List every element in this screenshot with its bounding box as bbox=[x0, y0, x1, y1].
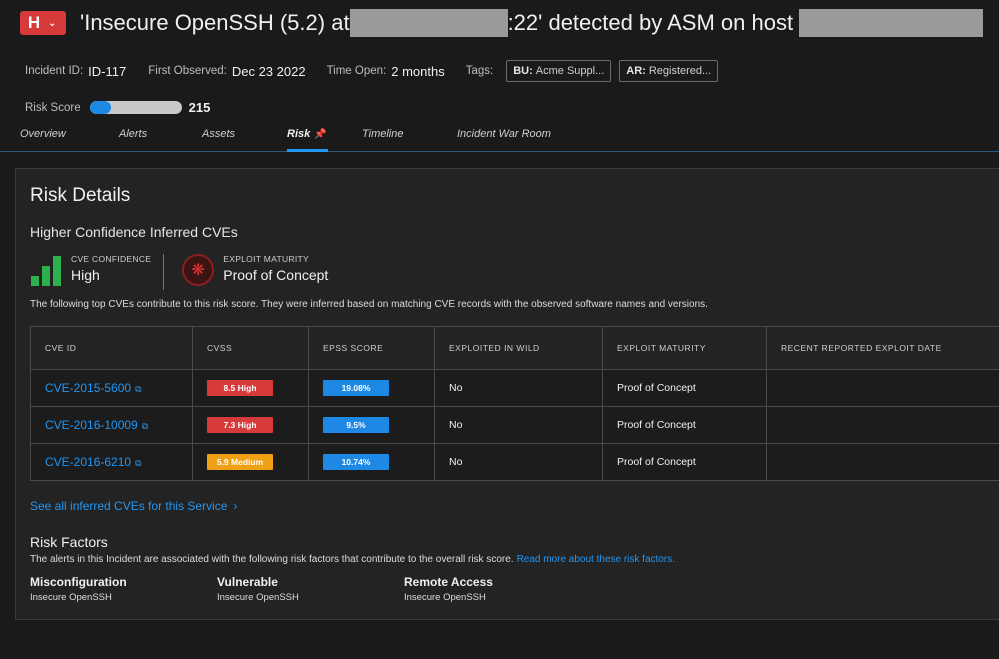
see-all-cves-link[interactable]: See all inferred CVEs for this Service › bbox=[30, 499, 237, 513]
col-cvss: CVSS bbox=[192, 326, 309, 370]
exploit-maturity: EXPLOIT MATURITY Proof of Concept bbox=[223, 254, 328, 283]
col-recent-exploit-date: RECENT REPORTED EXPLOIT DATE bbox=[766, 326, 999, 370]
read-more-link[interactable]: Read more about these risk factors. bbox=[517, 554, 675, 565]
first-observed-label: First Observed: bbox=[148, 65, 227, 77]
inferred-cves-heading: Higher Confidence Inferred CVEs bbox=[30, 224, 238, 240]
epss-badge: 19.08% bbox=[323, 380, 389, 396]
col-epss-score: EPSS SCORE bbox=[308, 326, 435, 370]
exploit-date-cell bbox=[766, 443, 999, 481]
cve-description: The following top CVEs contribute to thi… bbox=[30, 299, 708, 310]
exploited-in-wild-cell: No bbox=[434, 406, 603, 444]
external-link-icon: ⧉ bbox=[135, 458, 142, 468]
tab-alerts[interactable]: Alerts bbox=[119, 128, 147, 140]
risk-details-panel: Risk Details Higher Confidence Inferred … bbox=[15, 168, 999, 620]
external-link-icon: ⧉ bbox=[135, 384, 142, 394]
epss-badge: 9.5% bbox=[323, 417, 389, 433]
time-open-value: 2 months bbox=[391, 63, 445, 79]
tab-overview[interactable]: Overview bbox=[20, 128, 66, 140]
table-header-row: CVE ID CVSS EPSS SCORE EXPLOITED IN WILD… bbox=[30, 326, 999, 370]
tab-assets[interactable]: Assets bbox=[202, 128, 235, 140]
cve-link[interactable]: CVE-2016-6210 ⧉ bbox=[45, 455, 142, 469]
exploited-in-wild-cell: No bbox=[434, 369, 603, 407]
risk-factor-item: Vulnerable Insecure OpenSSH bbox=[217, 575, 299, 603]
risk-score-label: Risk Score bbox=[25, 101, 81, 114]
col-cve-id: CVE ID bbox=[30, 326, 193, 370]
severity-letter: H bbox=[27, 13, 41, 32]
signal-bars-icon bbox=[31, 256, 61, 286]
severity-dropdown[interactable]: H ⌄ bbox=[20, 11, 66, 35]
tags-label: Tags: bbox=[465, 65, 494, 77]
tab-incident-war-room[interactable]: Incident War Room bbox=[457, 128, 551, 140]
cve-confidence-label: CVE CONFIDENCE bbox=[71, 254, 152, 264]
risk-factor-detail: Insecure OpenSSH bbox=[404, 592, 486, 603]
title-part-1: 'Insecure OpenSSH (5.2) at bbox=[80, 10, 350, 35]
exploit-date-cell bbox=[766, 369, 999, 407]
risk-factor-detail: Insecure OpenSSH bbox=[30, 592, 112, 603]
tab-timeline[interactable]: Timeline bbox=[362, 128, 403, 140]
chevron-right-icon: › bbox=[233, 499, 238, 513]
col-exploit-maturity: EXPLOIT MATURITY bbox=[602, 326, 767, 370]
cvss-badge: 7.3 High bbox=[207, 417, 273, 433]
table-row: CVE-2016-6210 ⧉ 5.9 Medium 10.74% No Proo… bbox=[30, 443, 999, 481]
external-link-icon: ⧉ bbox=[141, 421, 149, 431]
cve-confidence: CVE CONFIDENCE High bbox=[71, 254, 151, 283]
incident-id-value: ID-117 bbox=[88, 63, 127, 79]
cve-link[interactable]: CVE-2015-5600 ⧉ bbox=[45, 381, 142, 395]
tab-risk-label: Risk bbox=[287, 128, 311, 140]
bug-icon: ❋ bbox=[182, 254, 215, 286]
risk-score-value: 215 bbox=[188, 100, 211, 115]
exploit-maturity-cell: Proof of Concept bbox=[602, 369, 767, 407]
exploited-in-wild-cell: No bbox=[434, 443, 603, 481]
incident-header: H ⌄ 'Insecure OpenSSH (5.2) at :22' dete… bbox=[0, 0, 999, 152]
risk-factor-name: Remote Access bbox=[404, 575, 493, 589]
table-row: CVE-2016-10009 ⧉ 7.3 High 9.5% No Proof o… bbox=[30, 406, 999, 444]
risk-score: Risk Score 215 bbox=[25, 100, 210, 115]
risk-factor-name: Vulnerable bbox=[217, 575, 278, 589]
risk-score-fill bbox=[89, 101, 111, 114]
redacted-ip bbox=[349, 9, 508, 37]
chevron-down-icon: ⌄ bbox=[48, 17, 57, 29]
risk-factor-item: Remote Access Insecure OpenSSH bbox=[404, 575, 493, 603]
first-observed-value: Dec 23 2022 bbox=[231, 63, 306, 79]
exploit-date-cell bbox=[766, 406, 999, 444]
cve-confidence-block: CVE CONFIDENCE High ❋ EXPLOIT MATURITY P… bbox=[31, 254, 328, 290]
risk-factor-detail: Insecure OpenSSH bbox=[217, 592, 299, 603]
redacted-host bbox=[799, 9, 984, 37]
risk-score-bar bbox=[89, 101, 182, 114]
cvss-badge: 5.9 Medium bbox=[207, 454, 273, 470]
incident-meta: Incident ID: ID-117 First Observed: Dec … bbox=[25, 60, 719, 82]
exploit-maturity-label: EXPLOIT MATURITY bbox=[223, 254, 309, 264]
time-open-label: Time Open: bbox=[326, 65, 387, 77]
active-tab-indicator bbox=[287, 149, 328, 152]
incident-id-label: Incident ID: bbox=[25, 65, 84, 77]
epss-badge: 10.74% bbox=[323, 454, 389, 470]
title-part-2: :22' detected by ASM on host bbox=[507, 10, 794, 35]
exploit-maturity-value: Proof of Concept bbox=[223, 267, 329, 283]
tab-risk[interactable]: Risk 📌 bbox=[287, 128, 327, 140]
exploit-maturity-cell: Proof of Concept bbox=[602, 406, 767, 444]
cve-link[interactable]: CVE-2016-10009 ⧉ bbox=[45, 418, 148, 432]
incident-title: 'Insecure OpenSSH (5.2) at :22' detected… bbox=[80, 7, 984, 39]
tag-bu[interactable]: BU: Acme Suppl... bbox=[506, 60, 612, 82]
risk-details-heading: Risk Details bbox=[30, 185, 131, 206]
cvss-badge: 8.5 High bbox=[207, 380, 273, 396]
risk-factor-name: Misconfiguration bbox=[30, 575, 127, 589]
table-row: CVE-2015-5600 ⧉ 8.5 High 19.08% No Proof … bbox=[30, 369, 999, 407]
tab-bar: Overview Alerts Assets Risk 📌 Timeline In… bbox=[0, 122, 999, 152]
exploit-maturity-cell: Proof of Concept bbox=[602, 443, 767, 481]
pin-icon[interactable]: 📌 bbox=[314, 129, 326, 140]
col-exploited-in-wild: EXPLOITED IN WILD bbox=[434, 326, 603, 370]
tag-ar[interactable]: AR: Registered... bbox=[619, 60, 719, 82]
risk-factor-item: Misconfiguration Insecure OpenSSH bbox=[30, 575, 127, 603]
risk-factors-heading: Risk Factors bbox=[30, 534, 108, 550]
cve-confidence-value: High bbox=[71, 267, 100, 283]
divider bbox=[163, 254, 165, 290]
cve-table: CVE ID CVSS EPSS SCORE EXPLOITED IN WILD… bbox=[30, 326, 999, 481]
risk-factors-description: The alerts in this Incident are associat… bbox=[30, 554, 675, 565]
